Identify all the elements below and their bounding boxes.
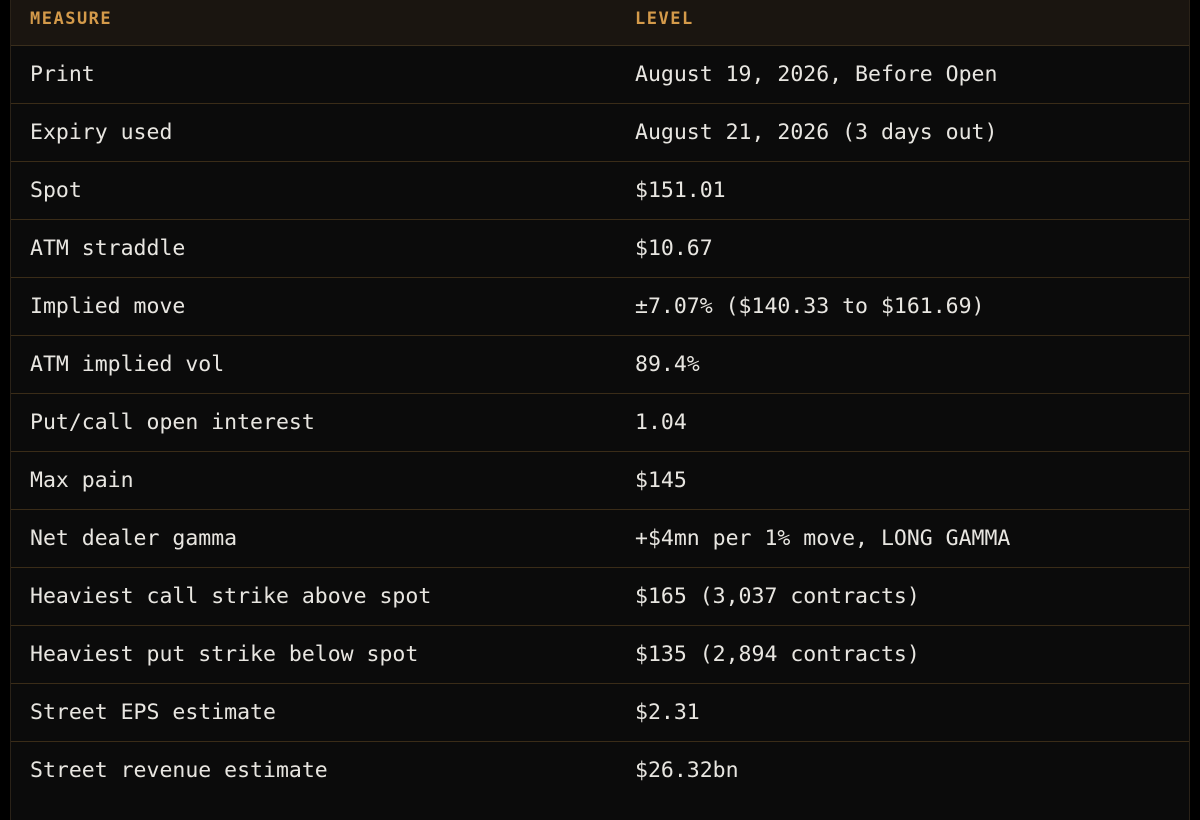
table-row: Spot $151.01 [11,161,1189,219]
measure-cell: ATM implied vol [30,351,225,377]
table-row: Street revenue estimate $26.32bn [11,741,1189,799]
measure-cell: Heaviest put strike below spot [30,641,419,667]
table-header: MEASURE LEVEL [11,0,1189,46]
level-cell: $151.01 [635,177,726,203]
level-cell: $26.32bn [635,757,739,783]
table-row: Heaviest call strike above spot $165 (3,… [11,567,1189,625]
table-row: ATM straddle $10.67 [11,219,1189,277]
level-cell: 1.04 [635,409,687,435]
measure-cell: Spot [30,177,82,203]
table-row: Implied move ±7.07% ($140.33 to $161.69) [11,277,1189,335]
table-row: Heaviest put strike below spot $135 (2,8… [11,625,1189,683]
header-row: MEASURE LEVEL [11,0,1189,46]
table-row: Max pain $145 [11,451,1189,509]
table-row: Expiry used August 21, 2026 (3 days out) [11,103,1189,161]
measure-cell: Heaviest call strike above spot [30,583,432,609]
measure-cell: Put/call open interest [30,409,315,435]
options-summary-table-container: MEASURE LEVEL Print August 19, 2026, Bef… [10,0,1190,820]
measure-cell: Implied move [30,293,186,319]
level-cell: $165 (3,037 contracts) [635,583,920,609]
table-row: Put/call open interest 1.04 [11,393,1189,451]
measure-cell: Net dealer gamma [30,525,238,551]
table-row: Net dealer gamma +$4mn per 1% move, LONG… [11,509,1189,567]
level-cell: $10.67 [635,235,713,261]
level-cell: 89.4% [635,351,700,377]
column-header-level: LEVEL [615,0,1189,46]
table-row: Street EPS estimate $2.31 [11,683,1189,741]
measure-cell: ATM straddle [30,235,186,261]
level-cell: $2.31 [635,699,700,725]
level-cell: August 19, 2026, Before Open [635,61,998,87]
level-cell: August 21, 2026 (3 days out) [635,119,998,145]
measure-cell: Print [30,61,95,87]
measure-cell: Street revenue estimate [30,757,328,783]
column-header-measure: MEASURE [11,0,615,46]
level-cell: +$4mn per 1% move, LONG GAMMA [635,525,1011,551]
level-cell: ±7.07% ($140.33 to $161.69) [635,293,985,319]
level-cell: $135 (2,894 contracts) [635,641,920,667]
table-row: Print August 19, 2026, Before Open [11,45,1189,103]
measure-cell: Street EPS estimate [30,699,276,725]
options-summary-table: MEASURE LEVEL Print August 19, 2026, Bef… [11,0,1189,799]
measure-cell: Max pain [30,467,134,493]
table-body: Print August 19, 2026, Before Open Expir… [11,45,1189,799]
table-row: ATM implied vol 89.4% [11,335,1189,393]
level-cell: $145 [635,467,687,493]
measure-cell: Expiry used [30,119,173,145]
